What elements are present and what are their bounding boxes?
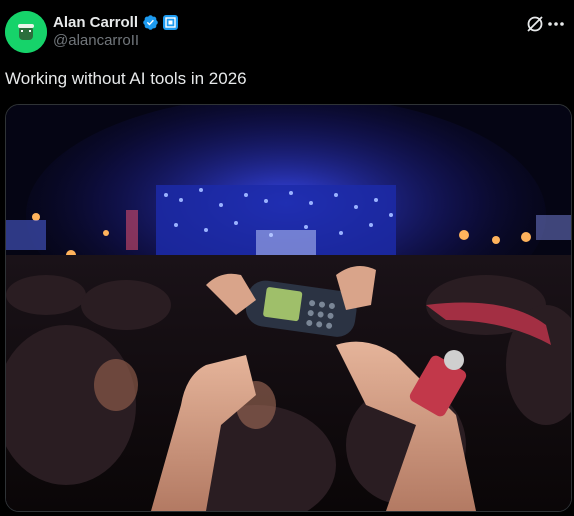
author-name-row: Alan Carroll <box>53 12 179 32</box>
avatar-image <box>5 11 47 53</box>
author-handle[interactable]: @alancarroII <box>53 32 139 49</box>
verified-badge-icon <box>142 14 159 31</box>
tweet-text: Working without AI tools in 2026 <box>5 69 247 88</box>
affiliation-badge-icon[interactable] <box>163 14 179 30</box>
author-display-name[interactable]: Alan Carroll <box>53 14 138 31</box>
avatar[interactable] <box>5 11 47 53</box>
grok-icon[interactable] <box>525 14 545 34</box>
tweet-media[interactable] <box>5 104 572 512</box>
more-icon[interactable] <box>544 14 568 34</box>
concert-photo <box>6 105 571 511</box>
